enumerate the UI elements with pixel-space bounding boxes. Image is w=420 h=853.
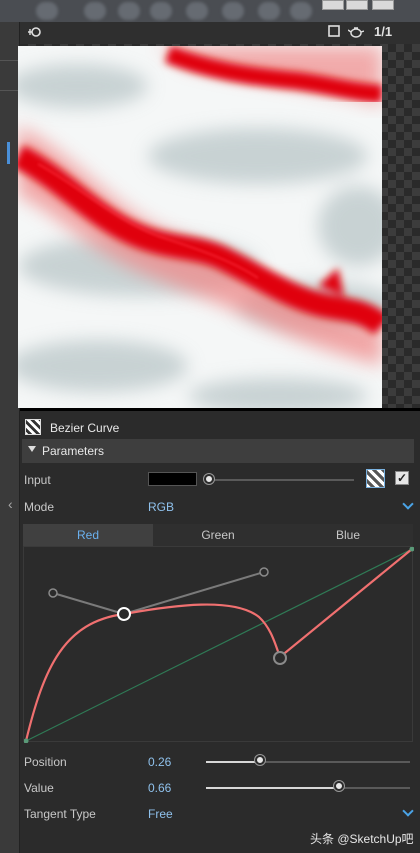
- input-label: Input: [24, 473, 51, 487]
- curve-editor[interactable]: [23, 546, 414, 743]
- toolbar-icon[interactable]: [84, 2, 106, 20]
- selection-indicator: [7, 142, 10, 164]
- reference-diagonal: [25, 548, 413, 742]
- divider: [0, 90, 20, 91]
- toolbar-icon[interactable]: [36, 2, 58, 20]
- mode-dropdown[interactable]: RGB: [148, 500, 174, 514]
- chevron-down-icon[interactable]: [402, 805, 414, 817]
- tangent-handle-point: [259, 567, 269, 577]
- window-button[interactable]: [322, 0, 344, 10]
- endpoint: [24, 738, 29, 743]
- input-checkbox[interactable]: ✓: [395, 471, 409, 485]
- watermark: 头条 @SketchUp吧: [310, 832, 414, 846]
- toolbar-icon[interactable]: [186, 2, 208, 20]
- position-slider-knob[interactable]: [255, 755, 265, 765]
- input-slider-knob[interactable]: [204, 474, 214, 484]
- toolbar-icon[interactable]: [150, 2, 172, 20]
- channel-tabs: Red Green Blue: [23, 524, 413, 546]
- channel-link-icon[interactable]: [26, 25, 42, 42]
- node-title-row: Bezier Curve: [20, 415, 420, 437]
- input-image-icon[interactable]: [366, 469, 385, 488]
- value-slider-knob[interactable]: [334, 781, 344, 791]
- node-icon: [25, 419, 41, 435]
- input-slider-track[interactable]: [206, 479, 354, 481]
- teapot-icon[interactable]: [347, 25, 365, 42]
- properties-panel: Bezier Curve Parameters Input ✓ Mode RGB…: [20, 411, 420, 853]
- position-value[interactable]: 0.26: [148, 755, 171, 769]
- frame-icon[interactable]: [328, 25, 340, 40]
- window-button[interactable]: [372, 0, 394, 10]
- parameters-section-header[interactable]: Parameters: [22, 439, 414, 463]
- value-label: Value: [24, 781, 54, 795]
- expand-triangle-icon[interactable]: [28, 446, 36, 452]
- divider: [0, 60, 20, 61]
- value-value[interactable]: 0.66: [148, 781, 171, 795]
- tangent-type-label: Tangent Type: [24, 807, 96, 821]
- tab-red[interactable]: Red: [23, 524, 153, 546]
- toolbar-icon[interactable]: [222, 2, 244, 20]
- texture-preview: [18, 46, 382, 408]
- left-gutter: ‹: [0, 22, 20, 853]
- selected-control-point: [117, 607, 131, 621]
- window-button[interactable]: [346, 0, 368, 10]
- tangent-handle-line: [123, 571, 265, 615]
- mode-label: Mode: [24, 500, 55, 514]
- value-slider-fill: [206, 787, 340, 789]
- tab-blue[interactable]: Blue: [283, 524, 413, 546]
- collapse-panel-icon[interactable]: ‹: [8, 496, 13, 512]
- toolbar-icon[interactable]: [258, 2, 280, 20]
- position-slider-fill: [206, 761, 261, 763]
- pagination-label[interactable]: 1/1: [374, 24, 392, 39]
- viewer-toolbar: 1/1: [20, 22, 420, 44]
- section-title: Parameters: [42, 444, 105, 458]
- position-label: Position: [24, 755, 67, 769]
- chevron-down-icon[interactable]: [402, 498, 414, 510]
- app-top-strip: [0, 0, 420, 22]
- tangent-handle-point: [48, 588, 58, 598]
- tangent-type-dropdown[interactable]: Free: [148, 807, 173, 821]
- tangent-handle-line: [52, 592, 125, 615]
- toolbar-icon[interactable]: [118, 2, 140, 20]
- toolbar-icon[interactable]: [290, 2, 312, 20]
- control-point: [273, 651, 287, 665]
- tab-green[interactable]: Green: [153, 524, 283, 546]
- node-title: Bezier Curve: [50, 421, 120, 435]
- input-color-swatch[interactable]: [148, 472, 197, 486]
